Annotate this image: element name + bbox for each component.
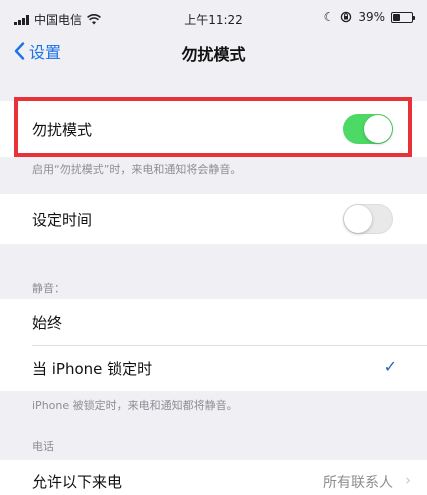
- page-title: 勿扰模式: [181, 45, 246, 64]
- status-bar: 中国电信 上午11:22 ☾ 39%: [0, 0, 427, 30]
- toggle-knob: [344, 205, 372, 233]
- silence-option-label: 当 iPhone 锁定时: [32, 359, 153, 378]
- rotation-lock-icon: [341, 11, 352, 23]
- allow-calls-value: 所有联系人: [323, 475, 393, 491]
- toggle-knob: [364, 115, 392, 143]
- allow-calls-label: 允许以下来电: [32, 473, 123, 491]
- moon-icon: ☾: [323, 10, 335, 24]
- checkmark-icon: ✓: [383, 357, 397, 376]
- battery-percent: 39%: [358, 10, 385, 24]
- silence-option-always[interactable]: 始终: [0, 299, 427, 345]
- phone-header: 电话: [32, 440, 54, 453]
- silence-group: 始终 当 iPhone 锁定时 ✓: [0, 299, 427, 391]
- battery-tip: [413, 15, 415, 20]
- silence-header: 静音：: [32, 282, 65, 295]
- dnd-toggle[interactable]: [343, 114, 393, 144]
- dnd-footer: 启用“勿扰模式”时，来电和通知将会静音。: [32, 163, 242, 176]
- battery-icon: [391, 11, 415, 23]
- status-right: ☾ 39%: [323, 10, 415, 24]
- dnd-label: 勿扰模式: [32, 120, 93, 139]
- schedule-toggle[interactable]: [343, 204, 393, 234]
- nav-bar: 设置 勿扰模式: [0, 30, 427, 72]
- battery-fill: [393, 13, 400, 21]
- phone-group: 允许以下来电 所有联系人 ›: [0, 460, 427, 495]
- silence-option-label: 始终: [32, 313, 63, 332]
- silence-option-locked[interactable]: 当 iPhone 锁定时: [0, 345, 427, 391]
- chevron-right-icon: ›: [405, 471, 411, 489]
- silence-footer: iPhone 被锁定时，来电和通知都将静音。: [32, 399, 238, 412]
- schedule-group: 设定时间: [0, 194, 427, 244]
- dnd-group: 勿扰模式: [0, 101, 427, 157]
- schedule-label: 设定时间: [32, 210, 93, 229]
